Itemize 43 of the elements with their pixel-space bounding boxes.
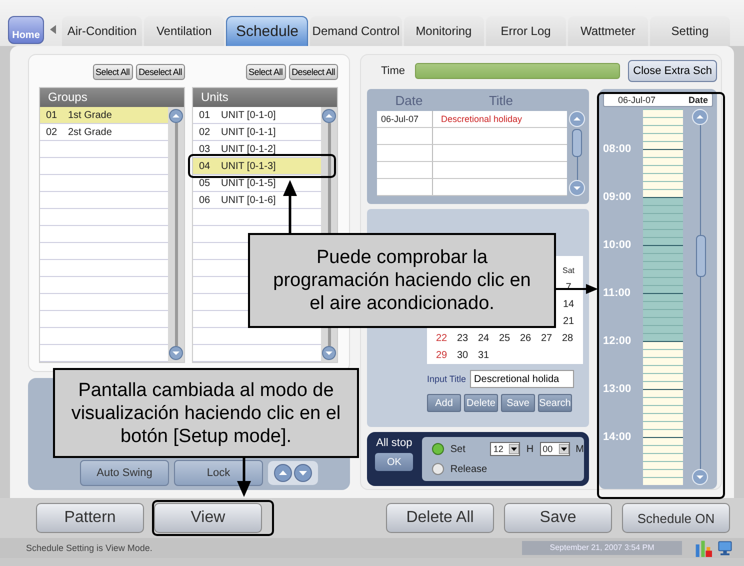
date-label: Date <box>688 95 708 105</box>
row-number: 03 <box>199 144 209 154</box>
row-name: UNIT [0-1-1] <box>221 126 276 138</box>
row-name: UNIT [0-1-5] <box>221 178 276 188</box>
annotation-tooltip: Pantalla cambiada al modo de visualización haciendo clic en el botón [Setup mode]. <box>53 368 359 458</box>
row-number: 04 <box>199 160 209 172</box>
row-name: UNIT [0-1-6] <box>221 194 276 206</box>
hour-label: 10:00 <box>603 239 632 251</box>
column-header: Title <box>488 93 514 110</box>
hour-label: 08:00 <box>603 143 632 155</box>
column-header: Date <box>394 93 424 110</box>
list-header: Groups <box>40 88 184 107</box>
list-header: Units <box>193 88 337 107</box>
radio-label: Release <box>450 464 484 474</box>
row-number: 01 <box>199 110 209 120</box>
row-name: 2st Grade <box>68 126 112 138</box>
timeline-date: 06-Jul-07 <box>618 95 656 105</box>
row-number: 02 <box>199 126 209 138</box>
hour-label: 13:00 <box>603 383 632 395</box>
all-stop-label: All stop <box>376 437 412 449</box>
status-message: Schedule Setting is View Mode. <box>26 543 154 553</box>
weekday-label: Sat <box>561 266 576 275</box>
title-cell-text: Descretional holiday <box>440 114 524 124</box>
hour-label: 14:00 <box>603 431 632 443</box>
row-name: UNIT [0-1-2] <box>221 144 276 154</box>
minute-unit: M <box>576 444 584 454</box>
input-title-label: Input Title <box>427 374 466 384</box>
row-number: 06 <box>199 194 209 206</box>
hour-label: 09:00 <box>603 191 632 203</box>
hour-label: 11:00 <box>603 287 632 299</box>
row-name: UNIT [0-1-3] <box>221 160 276 172</box>
time-label: Time <box>380 65 406 77</box>
row-name: UNIT [0-1-0] <box>221 110 276 120</box>
annotation-tooltip: Puede comprobar la programación haciendo clic en el aire acondicionado. <box>248 233 556 328</box>
row-number: 02 <box>46 126 56 138</box>
radio-label: Set <box>450 444 466 454</box>
hour-unit: H <box>526 444 534 454</box>
row-number: 05 <box>199 178 209 188</box>
hour-label: 12:00 <box>603 335 632 347</box>
date-cell: 06-Jul-07 <box>377 111 433 127</box>
row-name: 1st Grade <box>68 110 112 120</box>
row-number: 01 <box>46 110 56 120</box>
status-datetime: September 21, 2007 3:54 PM <box>522 541 682 555</box>
